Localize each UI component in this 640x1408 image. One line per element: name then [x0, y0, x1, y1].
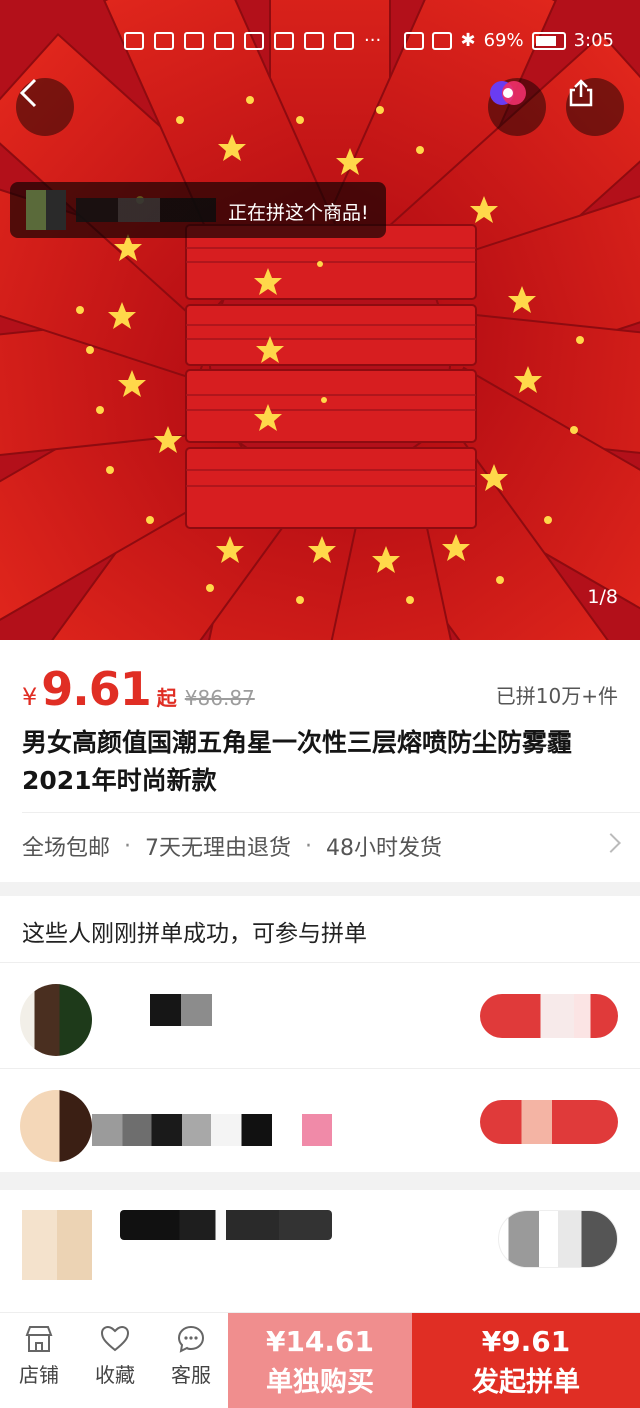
- alarm-icon: [432, 31, 453, 50]
- group-buy-heading: 这些人刚刚拼单成功，可参与拼单: [22, 921, 367, 947]
- heart-icon: [100, 1325, 130, 1352]
- tab-label: 客服: [171, 1363, 211, 1387]
- app-icon: [244, 31, 264, 50]
- wechat-icon: [214, 31, 234, 50]
- divider: [0, 962, 640, 963]
- avatar: [20, 1090, 92, 1162]
- signal-icon: [154, 31, 174, 50]
- sold-count: 已拼10万+件: [495, 684, 618, 708]
- back-button[interactable]: [16, 78, 74, 136]
- user-avatar: [26, 190, 66, 230]
- product-info: ¥ 9.61 起 ¥86.87 已拼10万+件 男女高颜值国潮五角星一次性三层熔…: [0, 640, 640, 882]
- currency-symbol: ¥: [22, 683, 38, 711]
- service-guarantees[interactable]: 全场包邮 · 7天无理由退货 · 48小时发货: [22, 830, 442, 862]
- service-7day-return: 7天无理由退货: [145, 836, 292, 861]
- price-suffix: 起: [156, 686, 177, 710]
- tab-customer-service[interactable]: 客服: [156, 1323, 226, 1388]
- group-buy-notice: 正在拼这个商品!: [10, 182, 386, 238]
- group-row[interactable]: [0, 1070, 640, 1174]
- more-icon: ···: [364, 30, 382, 51]
- separator: ·: [124, 833, 132, 859]
- share-icon: [569, 79, 593, 107]
- clock: 3:05: [573, 30, 614, 51]
- separator: ·: [305, 833, 313, 859]
- tab-label: 收藏: [95, 1363, 135, 1387]
- health-app-icon: [274, 31, 294, 50]
- buy-alone-button[interactable]: ¥14.61 单独购买: [228, 1313, 412, 1408]
- original-price: ¥86.87: [184, 686, 255, 710]
- app-icon: [334, 31, 354, 50]
- app-icon: [304, 31, 324, 50]
- service-48h-ship: 48小时发货: [326, 836, 443, 861]
- product-thumbnail: [22, 1210, 92, 1280]
- brand-button[interactable]: [488, 78, 546, 136]
- tab-favorite[interactable]: 收藏: [80, 1323, 150, 1388]
- join-group-button[interactable]: [480, 1100, 618, 1144]
- divider: [22, 812, 640, 813]
- back-arrow-icon: [19, 78, 37, 108]
- group-buy-section: 这些人刚刚拼单成功，可参与拼单: [0, 896, 640, 1172]
- solo-label: 单独购买: [266, 1367, 374, 1398]
- battery-text: 69%: [483, 30, 524, 51]
- user-name-mosaic: [76, 198, 216, 222]
- tab-label: 店铺: [19, 1363, 59, 1387]
- bottom-action-bar: 店铺 收藏 客服 ¥14.61 单独购买 ¥9.61 发起拼单: [0, 1312, 640, 1408]
- status-icons-right: ✱ 69% 3:05: [404, 30, 614, 51]
- battery-icon: [531, 31, 566, 50]
- avatar: [20, 984, 92, 1056]
- group-label: 发起拼单: [472, 1367, 580, 1398]
- chevron-right-icon[interactable]: [601, 833, 621, 853]
- product-image-carousel[interactable]: ··· ✱ 69% 3:05 正在拼这个商品! 1/8: [0, 0, 640, 640]
- recommended-item[interactable]: [0, 1190, 640, 1318]
- tab-store[interactable]: 店铺: [4, 1323, 74, 1388]
- chat-icon: [177, 1325, 205, 1353]
- join-group-button[interactable]: [480, 994, 618, 1038]
- solo-price: ¥14.61: [265, 1325, 375, 1358]
- start-group-buy-button[interactable]: ¥9.61 发起拼单: [412, 1313, 640, 1408]
- status-icons-left: ···: [124, 30, 381, 51]
- notice-text: 正在拼这个商品!: [228, 202, 369, 224]
- wifi-icon: [184, 31, 204, 50]
- group-row[interactable]: [0, 964, 640, 1068]
- brand-logo-icon: [490, 81, 526, 105]
- hd-icon: [124, 31, 144, 50]
- image-page-indicator: 1/8: [587, 586, 618, 608]
- group-price: ¥9.61: [481, 1325, 571, 1358]
- user-name-mosaic: [92, 1114, 272, 1146]
- bluetooth-icon: ✱: [460, 30, 476, 51]
- recommend-action-button[interactable]: [498, 1210, 618, 1268]
- product-title: 男女高颜值国潮五角星一次性三层熔喷防尘防雾霾2021年时尚新款: [22, 728, 573, 795]
- tag-mosaic: [302, 1114, 332, 1146]
- share-button[interactable]: [566, 78, 624, 136]
- nfc-icon: [404, 31, 425, 50]
- status-bar: ··· ✱ 69% 3:05: [0, 0, 640, 80]
- price-row: ¥ 9.61 起 ¥86.87: [22, 662, 255, 718]
- store-icon: [25, 1326, 53, 1352]
- price: 9.61: [41, 662, 151, 716]
- divider: [0, 1068, 640, 1069]
- item-title-mosaic: [120, 1210, 332, 1240]
- service-free-shipping: 全场包邮: [22, 836, 111, 861]
- user-name-mosaic: [150, 994, 212, 1026]
